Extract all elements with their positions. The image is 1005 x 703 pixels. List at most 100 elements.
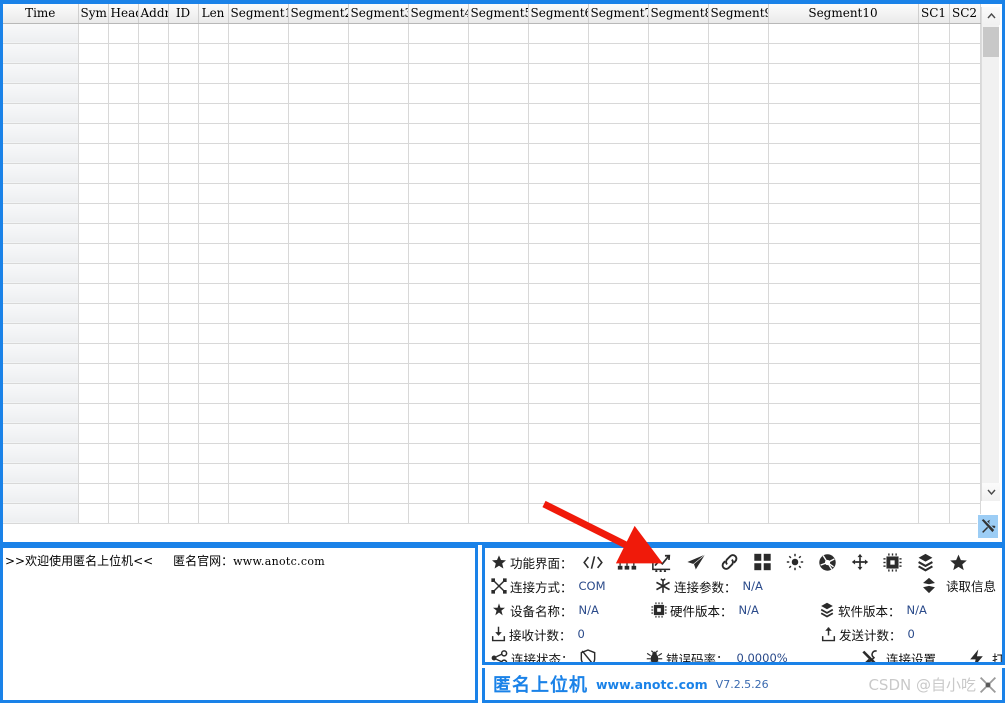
table-row[interactable] xyxy=(3,43,981,64)
column-sym[interactable]: Sym xyxy=(78,4,109,24)
table-row[interactable] xyxy=(3,143,981,164)
table-row[interactable] xyxy=(3,263,981,284)
connection-type-value: COM xyxy=(578,579,606,593)
table-row[interactable] xyxy=(3,103,981,124)
table-row[interactable] xyxy=(3,463,981,484)
table-cell xyxy=(708,143,769,164)
table-cell xyxy=(468,403,529,424)
table-cell xyxy=(648,143,709,164)
table-cell xyxy=(918,443,950,464)
scroll-down-button[interactable] xyxy=(982,483,1000,501)
table-row[interactable] xyxy=(3,23,981,44)
table-cell xyxy=(918,63,950,84)
table-cell xyxy=(348,43,409,64)
column-addr[interactable]: Addr xyxy=(138,4,169,24)
open-connection-button[interactable]: 打开连接 xyxy=(969,649,1002,662)
table-cell xyxy=(408,443,469,464)
table-row[interactable] xyxy=(3,303,981,324)
paper-plane-icon[interactable] xyxy=(686,553,706,571)
column-segment3[interactable]: Segment3 xyxy=(348,4,409,24)
table-row[interactable] xyxy=(3,343,981,364)
column-sc2[interactable]: SC2 xyxy=(949,4,981,24)
data-grid-scroll-area[interactable]: TimeSymHeadAddrIDLenSegment1Segment2Segm… xyxy=(3,4,1002,542)
device-name-value: N/A xyxy=(578,603,599,617)
read-info-button[interactable]: 读取信息 xyxy=(921,576,996,595)
column-len[interactable]: Len xyxy=(198,4,229,24)
column-head[interactable]: Head xyxy=(108,4,139,24)
table-row[interactable] xyxy=(3,443,981,464)
table-row[interactable] xyxy=(3,503,981,524)
table-cell xyxy=(408,143,469,164)
column-time[interactable]: Time xyxy=(3,4,79,24)
table-cell xyxy=(78,323,109,344)
column-segment6[interactable]: Segment6 xyxy=(528,4,589,24)
connection-settings-button[interactable]: 连接设置 xyxy=(861,649,969,662)
table-cell xyxy=(228,23,289,44)
table-cell xyxy=(408,263,469,284)
table-cell xyxy=(408,503,469,524)
grid-tools-button[interactable] xyxy=(977,514,999,539)
table-cell xyxy=(918,343,950,364)
table-row[interactable] xyxy=(3,483,981,504)
column-segment1[interactable]: Segment1 xyxy=(228,4,289,24)
chart-line-icon[interactable] xyxy=(651,553,672,572)
column-segment4[interactable]: Segment4 xyxy=(408,4,469,24)
table-row[interactable] xyxy=(3,383,981,404)
table-cell xyxy=(648,503,709,524)
column-segment2[interactable]: Segment2 xyxy=(288,4,349,24)
scroll-up-button[interactable] xyxy=(982,7,1000,25)
column-segment9[interactable]: Segment9 xyxy=(708,4,769,24)
table-row[interactable] xyxy=(3,163,981,184)
grid-squares-icon[interactable] xyxy=(753,553,772,571)
column-segment8[interactable]: Segment8 xyxy=(648,4,709,24)
table-row[interactable] xyxy=(3,63,981,84)
table-cell xyxy=(3,183,79,204)
aperture-icon[interactable] xyxy=(818,553,837,572)
table-row[interactable] xyxy=(3,363,981,384)
table-cell xyxy=(348,343,409,364)
code-icon[interactable] xyxy=(582,554,603,571)
table-row[interactable] xyxy=(3,223,981,244)
table-cell xyxy=(288,263,349,284)
column-segment5[interactable]: Segment5 xyxy=(468,4,529,24)
table-cell xyxy=(168,23,199,44)
layers-icon[interactable] xyxy=(916,553,935,572)
table-cell xyxy=(108,123,139,144)
column-segment10[interactable]: Segment10 xyxy=(768,4,919,24)
table-cell xyxy=(228,103,289,124)
table-row[interactable] xyxy=(3,183,981,204)
brand-url[interactable]: www.anotc.com xyxy=(596,677,708,692)
table-row[interactable] xyxy=(3,203,981,224)
table-cell xyxy=(108,443,139,464)
column-id[interactable]: ID xyxy=(168,4,199,24)
table-cell xyxy=(648,183,709,204)
column-segment7[interactable]: Segment7 xyxy=(588,4,649,24)
table-cell xyxy=(198,443,229,464)
table-row[interactable] xyxy=(3,323,981,344)
table-row[interactable] xyxy=(3,243,981,264)
table-cell xyxy=(288,403,349,424)
sun-brightness-icon[interactable] xyxy=(786,553,804,571)
table-cell xyxy=(108,223,139,244)
table-cell xyxy=(78,443,109,464)
data-grid-panel: TimeSymHeadAddrIDLenSegment1Segment2Segm… xyxy=(0,0,1005,545)
table-cell xyxy=(198,503,229,524)
star-filled-icon[interactable] xyxy=(949,553,968,572)
table-cell xyxy=(288,43,349,64)
scrollbar-thumb[interactable] xyxy=(983,27,999,57)
table-row[interactable] xyxy=(3,423,981,444)
link-icon[interactable] xyxy=(720,553,739,571)
table-row[interactable] xyxy=(3,123,981,144)
sitemap-icon[interactable] xyxy=(617,554,637,571)
move-arrows-icon[interactable] xyxy=(851,553,869,571)
table-row[interactable] xyxy=(3,283,981,304)
table-row[interactable] xyxy=(3,83,981,104)
send-count-label: 发送计数： xyxy=(839,627,902,643)
column-sc1[interactable]: SC1 xyxy=(918,4,950,24)
table-row[interactable] xyxy=(3,403,981,424)
table-cell xyxy=(228,83,289,104)
vertical-scrollbar[interactable] xyxy=(981,7,1000,501)
table-cell xyxy=(588,263,649,284)
chip-icon[interactable] xyxy=(882,552,902,572)
message-log-panel[interactable]: >>欢迎使用匿名上位机<< 匿名官网：www.anotc.com xyxy=(0,545,478,703)
